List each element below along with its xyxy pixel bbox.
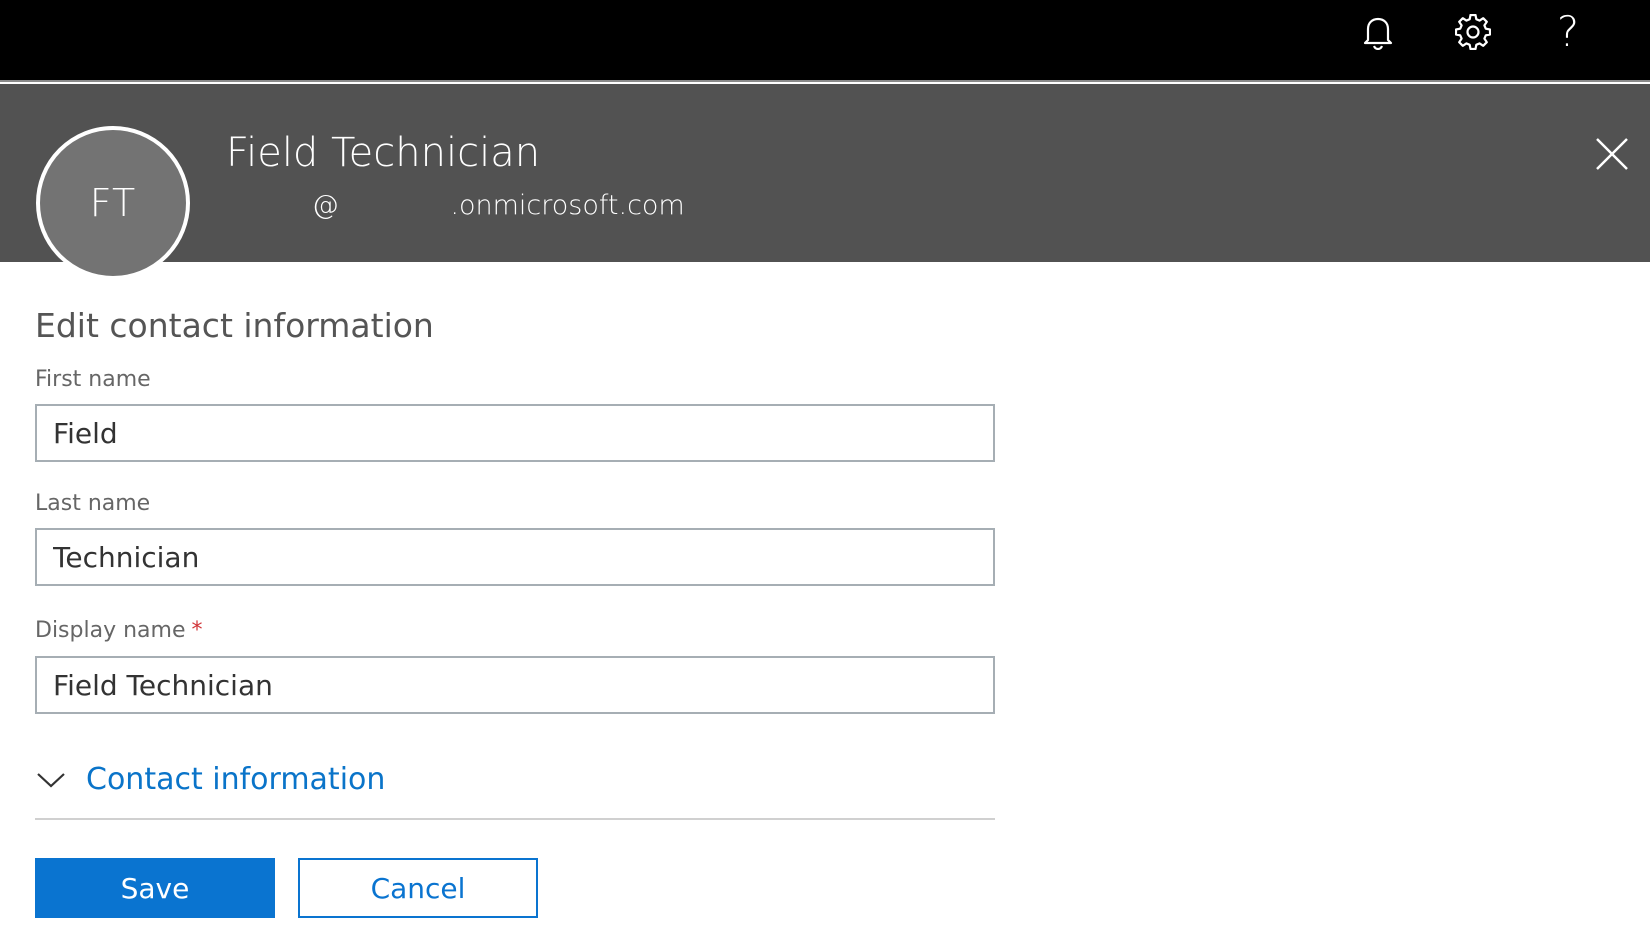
display-name-input[interactable] bbox=[35, 656, 995, 714]
close-icon bbox=[1596, 138, 1628, 170]
divider bbox=[35, 818, 995, 820]
save-button[interactable]: Save bbox=[35, 858, 275, 918]
avatar: FT bbox=[36, 126, 190, 280]
page-title: Edit contact information bbox=[35, 306, 434, 345]
required-marker: * bbox=[191, 618, 203, 643]
user-email: @ .onmicrosoft.com bbox=[226, 190, 685, 221]
help-glyph: ? bbox=[1556, 7, 1580, 56]
help-icon[interactable]: ? bbox=[1546, 10, 1590, 54]
display-name-label-group: Display name * bbox=[35, 618, 202, 643]
user-display-name: Field Technician bbox=[226, 130, 541, 176]
gear-icon[interactable] bbox=[1451, 10, 1495, 54]
cancel-button[interactable]: Cancel bbox=[298, 858, 538, 918]
chevron-down-icon bbox=[37, 772, 65, 787]
first-name-input[interactable] bbox=[35, 404, 995, 462]
close-button[interactable] bbox=[1592, 134, 1632, 174]
avatar-initials: FT bbox=[89, 181, 137, 225]
last-name-input[interactable] bbox=[35, 528, 995, 586]
last-name-label: Last name bbox=[35, 491, 151, 516]
first-name-label: First name bbox=[35, 367, 151, 392]
top-bar: ? bbox=[0, 0, 1650, 82]
bell-icon[interactable] bbox=[1356, 10, 1400, 54]
display-name-label: Display name bbox=[35, 618, 186, 643]
contact-information-label: Contact information bbox=[86, 762, 386, 797]
contact-information-expander[interactable]: Contact information bbox=[35, 762, 385, 797]
